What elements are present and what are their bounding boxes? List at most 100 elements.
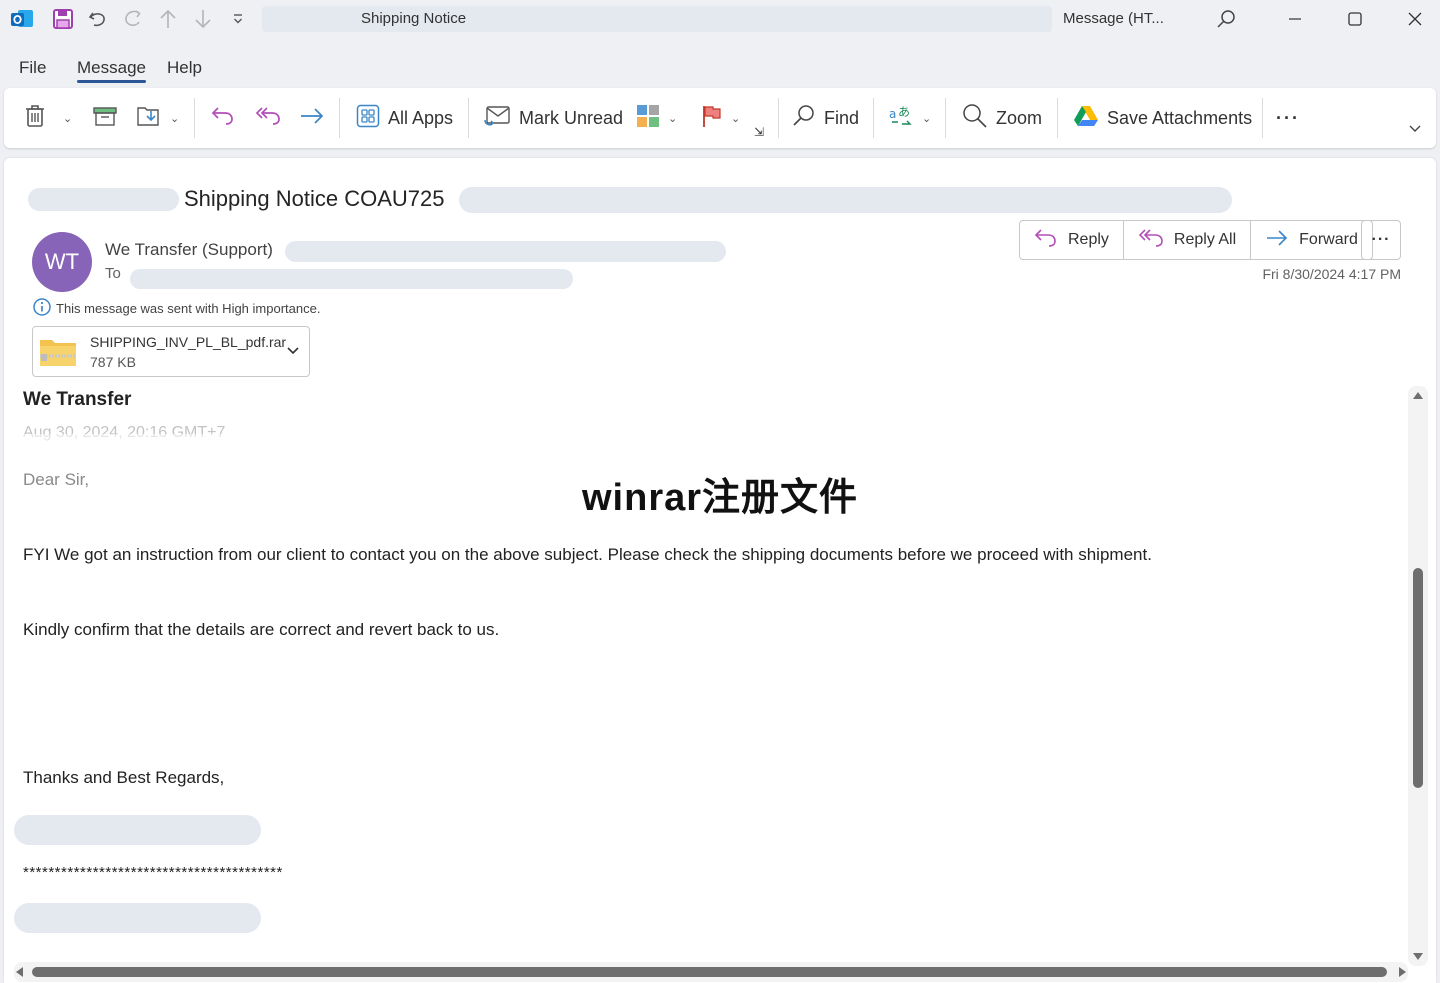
forward-icon xyxy=(299,105,325,132)
find-label: Find xyxy=(824,107,860,128)
separator xyxy=(468,98,469,138)
flag-button[interactable]: ⌄ xyxy=(701,88,740,148)
sender-avatar[interactable]: WT xyxy=(32,232,92,292)
forward-icon xyxy=(1265,228,1289,253)
title-bar: Shipping Notice Message (HT... xyxy=(0,0,1440,38)
attachment-options-chevron-icon[interactable] xyxy=(285,342,301,363)
flag-dropdown-icon: ⌄ xyxy=(731,112,741,125)
scroll-up-arrow-icon[interactable] xyxy=(1413,392,1423,399)
customize-toolbar-icon[interactable] xyxy=(224,5,252,33)
reply-all-button[interactable]: Reply All xyxy=(1124,221,1252,259)
previous-item-icon[interactable] xyxy=(154,5,182,33)
horizontal-scrollbar[interactable] xyxy=(14,962,1408,982)
body-separator: ****************************************… xyxy=(23,864,283,881)
attachment-size: 787 KB xyxy=(90,354,136,370)
reply-icon xyxy=(210,105,236,132)
svg-text:あ: あ xyxy=(898,105,910,119)
archive-button[interactable] xyxy=(92,88,118,148)
tab-file[interactable]: File xyxy=(19,58,46,78)
reply-label: Reply xyxy=(1068,231,1109,248)
importance-text: This message was sent with High importan… xyxy=(56,301,321,316)
redacted-signature-name xyxy=(14,815,261,845)
zoom-icon xyxy=(962,103,988,134)
search-icon[interactable] xyxy=(1203,0,1249,38)
save-icon[interactable] xyxy=(49,5,77,33)
separator xyxy=(873,98,874,138)
categorize-icon xyxy=(636,104,660,133)
body-greeting: Dear Sir, xyxy=(23,470,90,489)
ribbon-forward-button[interactable] xyxy=(299,88,325,148)
minimize-button[interactable] xyxy=(1272,0,1318,38)
watermark-overlay-text: winrar注册文件 xyxy=(582,477,859,519)
more-commands-button[interactable]: ··· xyxy=(1276,88,1300,148)
save-attachments-button[interactable]: Save Attachments xyxy=(1073,88,1252,148)
ribbon-toolbar: ⌄ ⌄ All Apps Mark Unread ⌄ ⌄ ⇲ Find a あ … xyxy=(4,88,1436,148)
window-title: Shipping Notice xyxy=(361,10,467,27)
reply-all-label: Reply All xyxy=(1173,231,1237,248)
scroll-left-arrow-icon[interactable] xyxy=(16,967,23,977)
ribbon-reply-button[interactable] xyxy=(210,88,236,148)
svg-text:a: a xyxy=(889,107,896,121)
zoom-label: Zoom xyxy=(996,107,1043,128)
redacted-subject-suffix xyxy=(459,187,1232,213)
redacted-subject-prefix xyxy=(28,188,179,211)
body-paragraph-2: Kindly confirm that the details are corr… xyxy=(23,620,500,639)
info-icon xyxy=(33,298,51,319)
separator xyxy=(1262,98,1263,138)
horizontal-scroll-thumb[interactable] xyxy=(32,967,1387,977)
all-apps-button[interactable]: All Apps xyxy=(356,88,453,148)
outlook-app-icon xyxy=(8,5,36,33)
categorize-button[interactable]: ⌄ xyxy=(636,88,677,148)
reply-button[interactable]: Reply xyxy=(1020,221,1124,259)
translate-icon: aあ xyxy=(888,104,914,133)
tab-message[interactable]: Message xyxy=(77,58,146,83)
flag-icon xyxy=(701,104,723,133)
move-to-folder-icon xyxy=(136,104,162,133)
body-closing: Thanks and Best Regards, xyxy=(23,768,225,787)
ribbon-collapse-icon[interactable] xyxy=(1408,98,1422,158)
received-timestamp: Fri 8/30/2024 4:17 PM xyxy=(1262,266,1401,282)
mail-unread-icon xyxy=(483,104,511,133)
attachment-card[interactable]: SHIPPING_INV_PL_BL_pdf.rar 787 KB xyxy=(32,326,310,377)
forward-button[interactable]: Forward xyxy=(1251,221,1372,259)
message-subject: Shipping Notice COAU725 xyxy=(184,186,445,211)
more-actions-button[interactable]: ··· xyxy=(1361,220,1401,260)
vertical-scroll-thumb[interactable] xyxy=(1413,568,1423,788)
find-icon xyxy=(792,104,816,133)
next-item-icon[interactable] xyxy=(189,5,217,33)
separator xyxy=(339,98,340,138)
sender-name[interactable]: We Transfer (Support) xyxy=(105,240,273,260)
tags-dialog-launcher-icon[interactable]: ⇲ xyxy=(754,122,764,142)
message-actions: Reply Reply All Forward xyxy=(1019,220,1373,260)
ribbon-reply-all-button[interactable] xyxy=(254,88,282,148)
separator xyxy=(1057,98,1058,138)
reply-all-icon xyxy=(254,105,282,132)
save-attachments-label: Save Attachments xyxy=(1107,107,1253,128)
reading-pane: Shipping Notice COAU725 WT We Transfer (… xyxy=(4,158,1436,983)
move-button[interactable]: ⌄ xyxy=(136,88,179,148)
scroll-right-arrow-icon[interactable] xyxy=(1399,967,1406,977)
all-apps-label: All Apps xyxy=(388,107,454,128)
scroll-down-arrow-icon[interactable] xyxy=(1413,953,1423,960)
redacted-sender-email xyxy=(285,241,726,262)
maximize-button[interactable] xyxy=(1332,0,1378,38)
reply-all-icon xyxy=(1138,228,1164,253)
move-dropdown-icon: ⌄ xyxy=(170,112,180,125)
redacted-recipients xyxy=(130,269,573,289)
attachment-name: SHIPPING_INV_PL_BL_pdf.rar xyxy=(90,334,287,350)
close-button[interactable] xyxy=(1392,0,1438,38)
translate-button[interactable]: aあ ⌄ xyxy=(888,88,931,148)
undo-icon[interactable] xyxy=(84,5,112,33)
to-label: To xyxy=(105,265,121,282)
delete-button[interactable] xyxy=(24,88,46,148)
window-type-label: Message (HT... xyxy=(1063,10,1164,27)
redo-icon[interactable] xyxy=(119,5,147,33)
separator xyxy=(945,98,946,138)
vertical-scrollbar[interactable] xyxy=(1408,386,1428,966)
zoom-button[interactable]: Zoom xyxy=(962,88,1042,148)
menu-bar: File Message Help xyxy=(0,50,1440,86)
tab-help[interactable]: Help xyxy=(167,58,202,78)
mark-unread-button[interactable]: Mark Unread xyxy=(483,88,623,148)
delete-dropdown-icon[interactable]: ⌄ xyxy=(63,88,72,148)
find-button[interactable]: Find xyxy=(792,88,859,148)
